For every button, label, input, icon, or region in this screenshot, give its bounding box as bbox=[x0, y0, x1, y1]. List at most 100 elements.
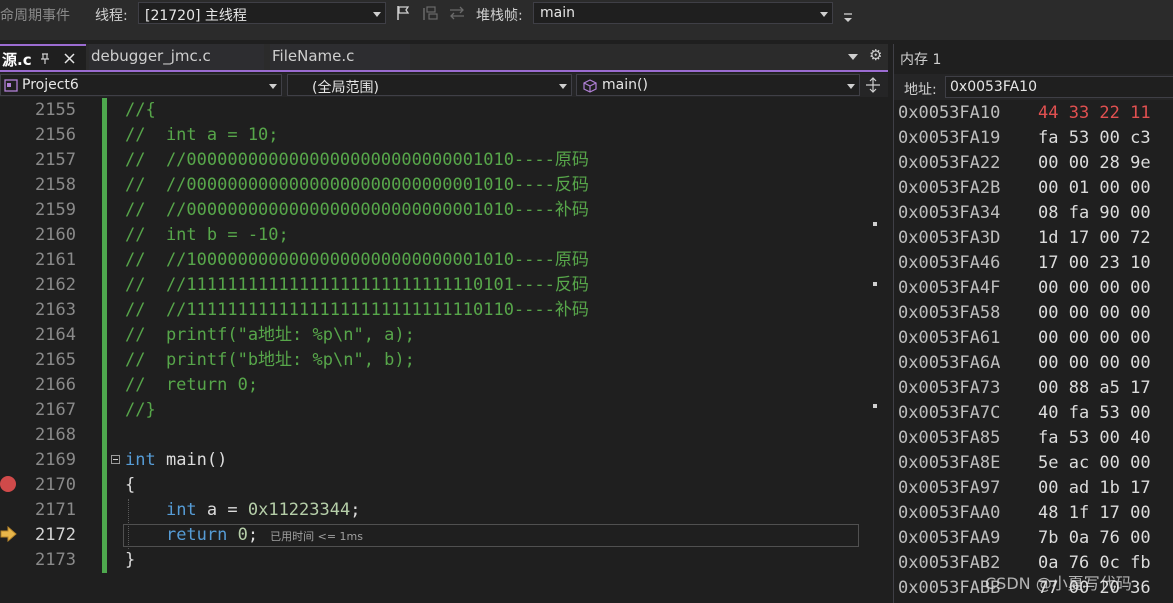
chevron-down-icon bbox=[847, 84, 855, 89]
line-number: 2161 bbox=[35, 250, 76, 270]
collapse-toggle-icon[interactable] bbox=[111, 455, 120, 464]
code-line-comment[interactable]: // printf("b地址: %p\n", b); bbox=[125, 348, 415, 373]
memory-row[interactable]: 0x0053FA3D 1d 17 00 72 bbox=[898, 226, 1151, 251]
code-line-comment[interactable]: // //10000000000000000000000000001010---… bbox=[125, 248, 589, 273]
memory-row[interactable]: 0x0053FA2B 00 01 00 00 bbox=[898, 176, 1151, 201]
threads-flag-icon[interactable] bbox=[421, 4, 439, 22]
memory-bytes[interactable]: 7b 0a 76 00 bbox=[1038, 526, 1151, 551]
memory-address: 0x0053FA7C bbox=[898, 403, 1001, 423]
code-line-comment[interactable]: // int b = -10; bbox=[125, 223, 289, 248]
tab-debugger-jmc[interactable]: debugger_jmc.c bbox=[89, 44, 264, 70]
memory-bytes[interactable]: 40 fa 53 00 bbox=[1038, 401, 1151, 426]
flag-icon[interactable] bbox=[395, 4, 413, 22]
memory-bytes[interactable]: 00 01 00 00 bbox=[1038, 176, 1151, 201]
memory-bytes[interactable]: 17 00 23 10 bbox=[1038, 251, 1151, 276]
memory-row[interactable]: 0x0053FAA0 48 1f 17 00 bbox=[898, 501, 1151, 526]
tab-source-c[interactable]: 源.c bbox=[0, 44, 86, 70]
code-line-comment[interactable]: // printf("a地址: %p\n", a); bbox=[125, 323, 415, 348]
project-dropdown[interactable]: Project6 bbox=[0, 74, 282, 96]
memory-bytes[interactable]: 00 00 00 00 bbox=[1038, 276, 1151, 301]
memory-bytes[interactable]: 44 33 22 11 bbox=[1038, 101, 1151, 126]
memory-row[interactable]: 0x0053FA8E 5e ac 00 00 bbox=[898, 451, 1151, 476]
stack-frame-label: 堆栈帧: bbox=[476, 8, 523, 24]
code-line-comment[interactable]: // //00000000000000000000000000001010---… bbox=[125, 173, 589, 198]
code-line-2170[interactable]: { bbox=[125, 473, 135, 498]
code-line-2173[interactable]: } bbox=[125, 548, 135, 573]
chevron-down-icon bbox=[559, 84, 567, 89]
memory-bytes[interactable]: 00 00 28 9e bbox=[1038, 151, 1151, 176]
tab-list-dropdown-icon[interactable] bbox=[848, 54, 858, 60]
memory-row[interactable]: 0x0053FA4F 00 00 00 00 bbox=[898, 276, 1151, 301]
memory-bytes[interactable]: 1d 17 00 72 bbox=[1038, 226, 1151, 251]
code-line-2169[interactable]: int main() bbox=[125, 448, 227, 473]
semicolon: ; bbox=[350, 500, 361, 520]
memory-row[interactable]: 0x0053FA19 fa 53 00 c3 bbox=[898, 126, 1151, 151]
scope-dropdown[interactable]: (全局范围) bbox=[287, 74, 572, 96]
line-number: 2160 bbox=[35, 225, 76, 245]
memory-row[interactable]: 0x0053FA61 00 00 00 00 bbox=[898, 326, 1151, 351]
watermark: CSDN @小夏写代码 bbox=[985, 574, 1132, 593]
tab-filename-c[interactable]: FileName.c bbox=[270, 44, 410, 70]
pin-icon[interactable] bbox=[40, 53, 50, 65]
close-icon[interactable] bbox=[64, 53, 75, 64]
memory-bytes[interactable]: 00 00 00 00 bbox=[1038, 326, 1151, 351]
code-line-comment[interactable]: //} bbox=[125, 398, 156, 423]
vertical-scrollbar[interactable] bbox=[863, 98, 888, 603]
chevron-down-icon bbox=[373, 12, 381, 17]
memory-bytes[interactable]: 48 1f 17 00 bbox=[1038, 501, 1151, 526]
memory-row[interactable]: 0x0053FA6A 00 00 00 00 bbox=[898, 351, 1151, 376]
memory-row[interactable]: 0x0053FA73 00 88 a5 17 bbox=[898, 376, 1151, 401]
memory-row[interactable]: 0x0053FA22 00 00 28 9e bbox=[898, 151, 1151, 176]
code-line-2171[interactable]: int a = 0x11223344; bbox=[125, 498, 361, 523]
memory-bytes[interactable]: fa 53 00 40 bbox=[1038, 426, 1151, 451]
address-input[interactable]: 0x0053FA10 bbox=[945, 76, 1173, 98]
debug-toolbar: 命周期事件 线程: [21720] 主线程 堆栈帧: main bbox=[0, 0, 1173, 40]
memory-bytes[interactable]: 00 ad 1b 17 bbox=[1038, 476, 1151, 501]
code-line-comment[interactable]: // //00000000000000000000000000001010---… bbox=[125, 198, 589, 223]
memory-bytes[interactable]: fa 53 00 c3 bbox=[1038, 126, 1151, 151]
memory-row[interactable]: 0x0053FAA9 7b 0a 76 00 bbox=[898, 526, 1151, 551]
memory-row[interactable]: 0x0053FA58 00 00 00 00 bbox=[898, 301, 1151, 326]
memory-bytes[interactable]: 08 fa 90 00 bbox=[1038, 201, 1151, 226]
code-line-comment[interactable]: // //11111111111111111111111111110110---… bbox=[125, 298, 589, 323]
memory-row[interactable]: 0x0053FA34 08 fa 90 00 bbox=[898, 201, 1151, 226]
memory-row[interactable]: 0x0053FA10 44 33 22 11 bbox=[898, 101, 1151, 126]
swap-icon[interactable] bbox=[448, 4, 466, 22]
line-number: 2171 bbox=[35, 500, 76, 520]
tab-label: FileName.c bbox=[272, 47, 355, 65]
lifecycle-events-label[interactable]: 命周期事件 bbox=[0, 5, 70, 25]
line-number: 2170 bbox=[35, 475, 76, 495]
line-number: 2157 bbox=[35, 150, 76, 170]
code-line-comment[interactable]: // //00000000000000000000000000001010---… bbox=[125, 148, 589, 173]
navigation-bar: Project6 (全局范围) main() bbox=[0, 73, 888, 97]
memory-bytes[interactable]: 00 00 00 00 bbox=[1038, 301, 1151, 326]
memory-row[interactable]: 0x0053FA7C 40 fa 53 00 bbox=[898, 401, 1151, 426]
code-editor[interactable]: 2155 2156 2157 2158 2159 2160 2161 2162 2163 2164… bbox=[0, 98, 888, 603]
memory-address: 0x0053FA8E bbox=[898, 453, 1001, 473]
scope-value: (全局范围) bbox=[312, 80, 379, 96]
code-line-comment[interactable]: // int a = 10; bbox=[125, 123, 279, 148]
memory-row[interactable]: 0x0053FA85 fa 53 00 40 bbox=[898, 426, 1151, 451]
memory-bytes[interactable]: 00 88 a5 17 bbox=[1038, 376, 1151, 401]
breakpoint-icon[interactable] bbox=[0, 476, 16, 492]
code-line-comment[interactable]: // return 0; bbox=[125, 373, 258, 398]
memory-address: 0x0053FA2B bbox=[898, 178, 1001, 198]
memory-bytes[interactable]: 5e ac 00 00 bbox=[1038, 451, 1151, 476]
cube-icon bbox=[583, 79, 597, 93]
memory-row[interactable]: 0x0053FA97 00 ad 1b 17 bbox=[898, 476, 1151, 501]
thread-dropdown[interactable]: [21720] 主线程 bbox=[138, 2, 386, 24]
memory-bytes[interactable]: 00 00 00 00 bbox=[1038, 351, 1151, 376]
function-dropdown[interactable]: main() bbox=[576, 74, 860, 96]
gear-icon[interactable]: ⚙ bbox=[869, 46, 882, 64]
memory-window-title[interactable]: 内存 1 bbox=[900, 49, 941, 69]
split-view-icon[interactable] bbox=[865, 77, 881, 93]
memory-row[interactable]: 0x0053FA46 17 00 23 10 bbox=[898, 251, 1151, 276]
overflow-menu-icon[interactable] bbox=[840, 10, 858, 28]
line-number: 2159 bbox=[35, 200, 76, 220]
code-line-comment[interactable]: // //11111111111111111111111111110101---… bbox=[125, 273, 589, 298]
current-statement-arrow-icon bbox=[0, 526, 17, 542]
stack-frame-dropdown[interactable]: main bbox=[533, 2, 833, 24]
code-line-comment[interactable]: //{ bbox=[125, 98, 156, 123]
scroll-marker bbox=[873, 404, 877, 408]
memory-address: 0x0053FA61 bbox=[898, 328, 1001, 348]
